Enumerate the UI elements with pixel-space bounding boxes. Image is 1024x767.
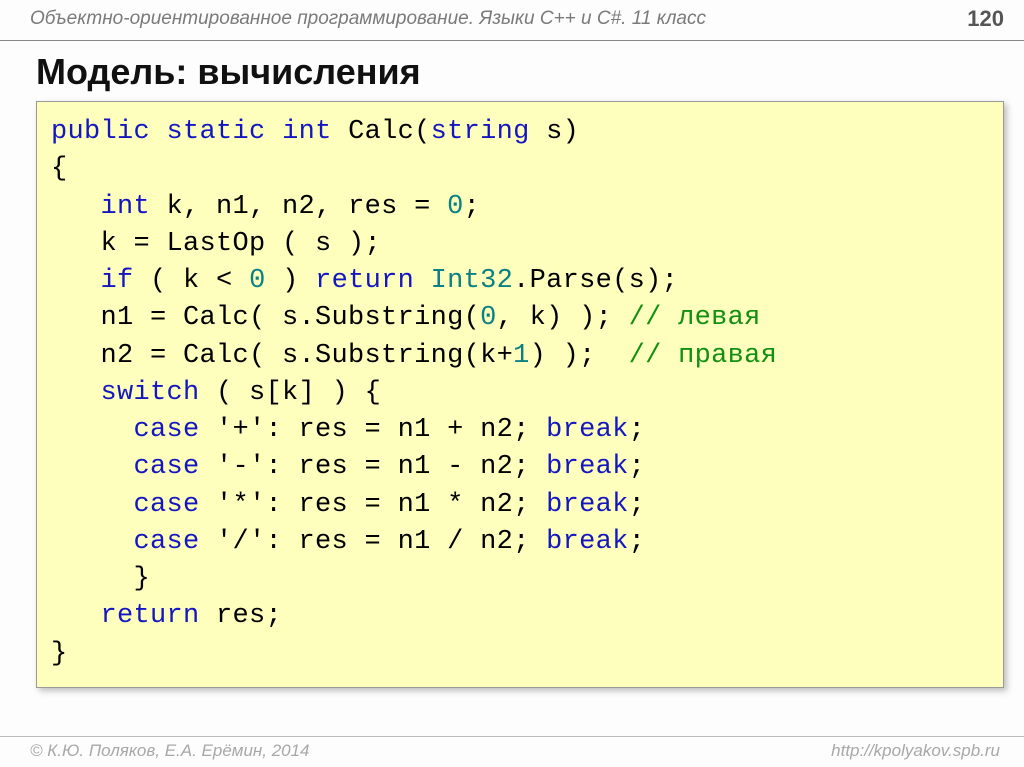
code-line: return res; bbox=[51, 598, 989, 635]
code-line: switch ( s[k] ) { bbox=[51, 375, 989, 412]
source-url: http://kpolyakov.spb.ru bbox=[831, 741, 1000, 761]
code-line: { bbox=[51, 151, 989, 188]
code-line: } bbox=[51, 636, 989, 673]
code-block: public static int Calc(string s) { int k… bbox=[36, 101, 1004, 688]
course-title: Объектно-ориентированное программировани… bbox=[30, 8, 706, 30]
page-number: 120 bbox=[967, 6, 1004, 32]
code-line: public static int Calc(string s) bbox=[51, 114, 989, 151]
code-line: case '*': res = n1 * n2; break; bbox=[51, 487, 989, 524]
code-line: case '/': res = n1 / n2; break; bbox=[51, 524, 989, 561]
code-line: case '+': res = n1 + n2; break; bbox=[51, 412, 989, 449]
code-line: case '-': res = n1 - n2; break; bbox=[51, 449, 989, 486]
footer-bar: © К.Ю. Поляков, Е.А. Ерёмин, 2014 http:/… bbox=[0, 736, 1024, 761]
copyright: © К.Ю. Поляков, Е.А. Ерёмин, 2014 bbox=[30, 741, 310, 761]
slide-heading: Модель: вычисления bbox=[36, 51, 1024, 93]
code-line: if ( k < 0 ) return Int32.Parse(s); bbox=[51, 263, 989, 300]
code-line: n2 = Calc( s.Substring(k+1) ); // правая bbox=[51, 338, 989, 375]
code-line: } bbox=[51, 561, 989, 598]
code-line: int k, n1, n2, res = 0; bbox=[51, 189, 989, 226]
header-bar: Объектно-ориентированное программировани… bbox=[0, 0, 1024, 41]
code-line: k = LastOp ( s ); bbox=[51, 226, 989, 263]
code-line: n1 = Calc( s.Substring(0, k) ); // левая bbox=[51, 300, 989, 337]
